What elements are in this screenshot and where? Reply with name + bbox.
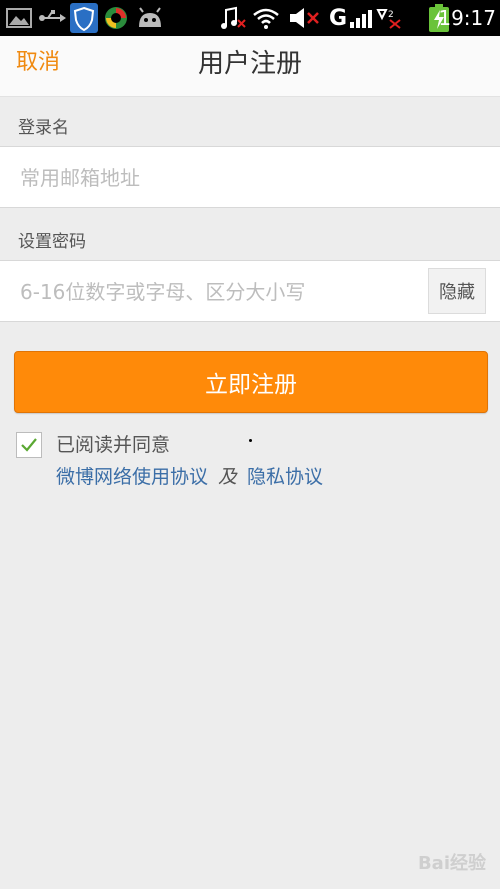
weibo-usage-agreement-link[interactable]: 微博网络使用协议 [56, 466, 208, 488]
svg-text:2: 2 [388, 10, 394, 20]
page-title: 用户注册 [197, 49, 302, 79]
password-input[interactable] [18, 261, 402, 323]
checkmark-icon [21, 438, 37, 452]
music-off-icon [218, 6, 246, 30]
signal-icon: 2 [348, 6, 408, 30]
agreement-links: 微博网络使用协议及隐私协议 [56, 464, 323, 490]
email-field-row [0, 146, 500, 209]
shield-icon [70, 3, 98, 33]
agreement-text: 已阅读并同意 [56, 434, 171, 456]
status-time: 19:17 [438, 6, 496, 30]
status-bar: G 2 19:17 [0, 0, 500, 36]
sync-icon [103, 6, 129, 30]
mute-icon [288, 6, 322, 30]
header: 取消 用户注册 [0, 36, 500, 97]
agreement-separator: 及 [218, 466, 238, 488]
decorative-dot [249, 439, 252, 442]
network-type: G [329, 5, 348, 31]
usb-icon [38, 6, 66, 30]
hide-password-button[interactable]: 隐藏 [428, 268, 486, 314]
password-label: 设置密码 [18, 232, 86, 252]
image-icon [6, 6, 32, 30]
agreement-checkbox[interactable] [16, 432, 42, 458]
email-input[interactable] [18, 147, 402, 209]
login-name-label: 登录名 [18, 118, 69, 138]
android-icon [136, 6, 164, 30]
register-button[interactable]: 立即注册 [14, 351, 488, 413]
wifi-icon [252, 6, 280, 30]
privacy-agreement-link[interactable]: 隐私协议 [247, 466, 323, 488]
password-field-row: 隐藏 [0, 260, 500, 323]
watermark: Bai经验 [417, 853, 486, 874]
